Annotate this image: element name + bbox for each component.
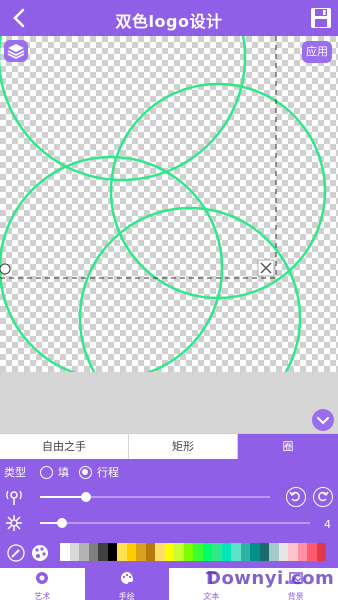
stroke-width-icon	[6, 515, 22, 531]
redo-button[interactable]	[313, 487, 333, 507]
color-swatch[interactable]	[212, 543, 222, 561]
page-title: 双色logo设计	[115, 12, 223, 31]
eyedropper-icon[interactable]	[6, 543, 26, 563]
stroke-width-slider-knob[interactable]	[56, 518, 67, 528]
stroke-option-label: 行程	[97, 466, 119, 479]
save-icon[interactable]	[309, 6, 333, 30]
color-swatch[interactable]	[145, 543, 155, 561]
layers-button[interactable]	[4, 40, 28, 62]
color-swatch[interactable]	[126, 543, 136, 561]
color-swatch[interactable]	[221, 543, 231, 561]
nav-text-label: 文本	[203, 592, 220, 600]
size-slider-knob[interactable]	[81, 492, 91, 502]
fill-option-label: 填	[58, 466, 69, 479]
stroke-width-slider[interactable]	[40, 518, 310, 528]
tool-controls: 类型 填 行程 4	[0, 459, 338, 568]
color-swatch[interactable]	[288, 543, 298, 561]
nav-freehand[interactable]: 手绘	[84, 568, 169, 600]
redo-icon	[318, 491, 329, 502]
undo-button[interactable]	[286, 487, 306, 507]
color-swatch[interactable]	[297, 543, 307, 561]
color-swatch[interactable]	[136, 543, 146, 561]
color-swatch[interactable]	[278, 543, 288, 561]
chevron-down-icon	[317, 417, 329, 425]
drawn-circle-2	[109, 82, 327, 300]
watermark: Downyi.com	[206, 568, 335, 589]
layers-icon	[7, 44, 25, 59]
nav-freehand-label: 手绘	[118, 592, 135, 600]
size-slider[interactable]	[40, 492, 270, 502]
type-row: 类型 填 行程	[4, 464, 129, 480]
color-swatch[interactable]	[117, 543, 127, 561]
color-swatch[interactable]	[174, 543, 184, 561]
fill-option[interactable]: 填	[40, 464, 69, 480]
color-swatch[interactable]	[107, 543, 117, 561]
stroke-width-value: 4	[324, 518, 331, 531]
art-icon	[36, 572, 49, 584]
palette-brush-icon	[120, 572, 133, 584]
fill-radio[interactable]	[40, 465, 53, 479]
nav-art-label: 艺术	[34, 592, 51, 600]
color-swatch[interactable]	[164, 543, 174, 561]
color-swatch[interactable]	[259, 543, 269, 561]
undo-icon	[289, 491, 300, 502]
color-palette-icon[interactable]	[30, 543, 50, 563]
color-swatch[interactable]	[88, 543, 98, 561]
collapse-panel-button[interactable]	[312, 409, 334, 431]
nav-background-label: 背景	[287, 592, 304, 600]
color-swatch[interactable]	[183, 543, 193, 561]
type-label: 类型	[4, 466, 26, 479]
color-swatch[interactable]	[231, 543, 241, 561]
color-swatch[interactable]	[250, 543, 260, 561]
color-swatch[interactable]	[155, 543, 165, 561]
color-swatch[interactable]	[79, 543, 89, 561]
tab-rectangle[interactable]: 矩形	[129, 434, 238, 459]
color-swatch[interactable]	[269, 543, 279, 561]
canvas-margin	[0, 372, 338, 433]
apply-button[interactable]: 应用	[302, 41, 332, 63]
color-swatch[interactable]	[307, 543, 317, 561]
nav-art[interactable]: 艺术	[0, 568, 85, 600]
drawing-canvas[interactable]: 应用	[0, 36, 338, 372]
color-swatch[interactable]	[69, 543, 79, 561]
color-swatch[interactable]	[193, 543, 203, 561]
color-swatch[interactable]	[98, 543, 108, 561]
top-bar: 双色logo设计	[0, 0, 338, 36]
circles-drawing	[0, 36, 327, 372]
brush-size-icon	[6, 490, 22, 505]
shape-tabs: 自由之手 矩形 圈	[0, 433, 338, 459]
stroke-option[interactable]: 行程	[79, 464, 119, 480]
color-swatch[interactable]	[240, 543, 250, 561]
tab-circle[interactable]: 圈	[238, 434, 338, 459]
tab-freehand[interactable]: 自由之手	[0, 434, 129, 459]
color-swatch[interactable]	[60, 543, 70, 561]
color-swatch[interactable]	[316, 543, 326, 561]
size-slider-fill	[40, 496, 86, 498]
color-swatch[interactable]	[202, 543, 212, 561]
stroke-radio[interactable]	[79, 465, 92, 479]
color-palette	[60, 543, 326, 561]
